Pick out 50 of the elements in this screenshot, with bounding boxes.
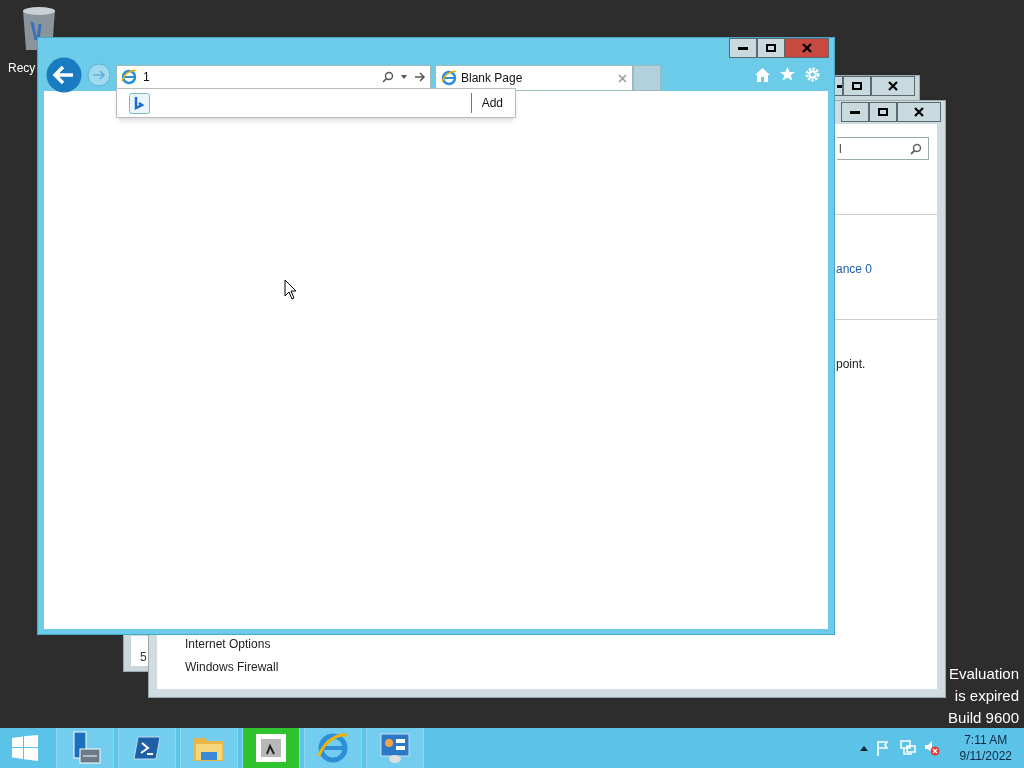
clock-time: 7:11 AM: [964, 732, 1008, 748]
mouse-cursor-icon: [284, 279, 297, 300]
maximize-button[interactable]: [843, 76, 871, 96]
minimize-button[interactable]: [729, 38, 757, 58]
dropdown-caret-icon[interactable]: [400, 74, 408, 80]
taskbar-app-button[interactable]: [118, 728, 176, 768]
close-button[interactable]: [871, 76, 915, 96]
search-value: l: [839, 140, 842, 158]
app-window-icon: [256, 734, 286, 762]
address-value: 1: [143, 69, 151, 86]
tab-title: Blank Page: [461, 70, 524, 87]
search-provider-icon[interactable]: [129, 92, 150, 114]
browser-icon: [317, 732, 349, 764]
clock[interactable]: 7:11 AM 9/11/2022: [959, 732, 1012, 764]
browser-icon: [441, 70, 457, 86]
desktop-icon-label[interactable]: Recy: [8, 59, 36, 77]
close-icon[interactable]: [914, 107, 924, 117]
close-button[interactable]: [897, 102, 941, 122]
body-text: point.: [836, 356, 866, 373]
watermark-text: Build 9600: [948, 709, 1019, 727]
browser-icon: [121, 69, 137, 85]
browser-tab[interactable]: Blank Page: [435, 65, 633, 91]
add-button[interactable]: Add: [481, 94, 503, 112]
watermark-text: Evaluation: [948, 665, 1019, 683]
link[interactable]: ance 0: [836, 260, 873, 278]
taskbar-app-button[interactable]: [366, 728, 424, 768]
watermark-text: is expired: [954, 687, 1019, 705]
partial-text: 5: [140, 649, 147, 666]
maximize-button[interactable]: [869, 102, 897, 122]
terminal-icon: [133, 736, 161, 760]
address-bar[interactable]: 1: [116, 65, 431, 89]
search-icon[interactable]: [382, 71, 394, 83]
back-button[interactable]: [46, 57, 82, 93]
windows-logo-icon: [12, 735, 38, 761]
control-panel-icon: [380, 733, 410, 763]
close-icon[interactable]: [888, 81, 898, 91]
search-icon[interactable]: [910, 142, 922, 155]
taskbar-app-button[interactable]: [180, 728, 238, 768]
maximize-button[interactable]: [757, 38, 785, 58]
clock-date: 9/11/2022: [959, 748, 1012, 764]
minimize-button[interactable]: [841, 102, 869, 122]
show-hidden-icons-icon[interactable]: [859, 745, 868, 751]
search-field[interactable]: l: [837, 137, 929, 160]
star-icon[interactable]: [779, 66, 796, 83]
settings-link[interactable]: Internet Options: [185, 635, 271, 653]
muted-speaker-icon[interactable]: [923, 740, 940, 756]
go-arrow-icon[interactable]: [414, 71, 426, 83]
settings-link[interactable]: Windows Firewall: [185, 658, 279, 676]
taskbar-app-button[interactable]: [242, 728, 300, 768]
taskbar-app-button[interactable]: [56, 728, 114, 768]
